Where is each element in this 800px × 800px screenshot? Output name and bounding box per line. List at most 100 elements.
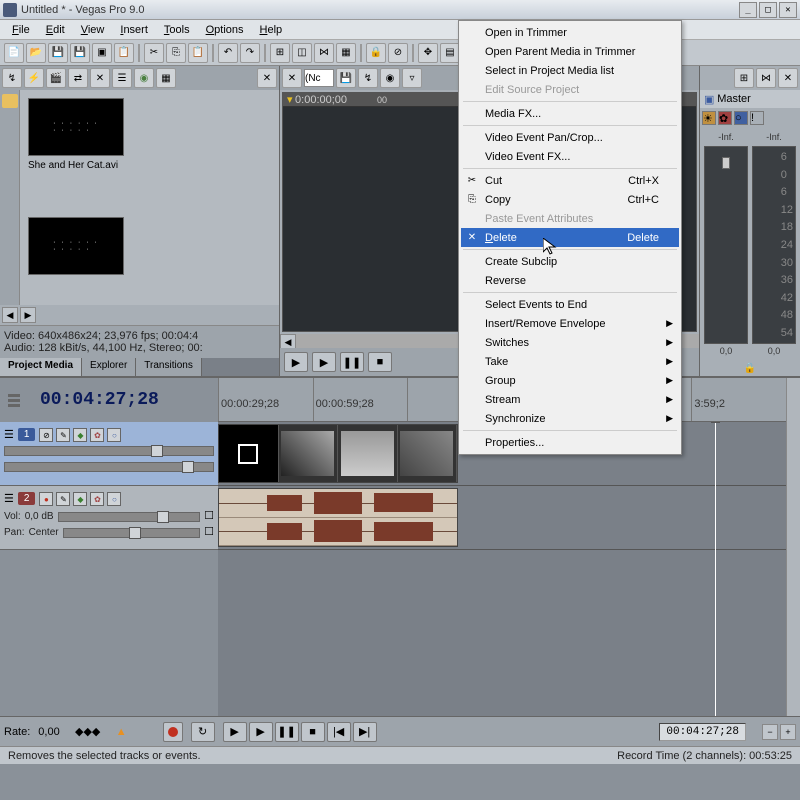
snap-icon[interactable]: ⊞	[270, 43, 290, 63]
ctx-stream[interactable]: Stream▶	[461, 390, 679, 409]
zoom-in-icon[interactable]: +	[780, 724, 796, 740]
cut-icon[interactable]: ✂	[144, 43, 164, 63]
master-solo-icon[interactable]: !	[750, 111, 764, 125]
pm-film-icon[interactable]: 🎬	[46, 68, 66, 88]
ctx-take[interactable]: Take▶	[461, 352, 679, 371]
marker-icon[interactable]: ▲	[116, 726, 127, 738]
new-icon[interactable]: 📄	[4, 43, 24, 63]
ripple-icon[interactable]: ◫	[292, 43, 312, 63]
track-arm-icon[interactable]: ●	[39, 492, 53, 506]
bus-icon[interactable]: ⋈	[756, 68, 776, 88]
track-mute-icon[interactable]: ○	[107, 428, 121, 442]
track-auto-icon[interactable]: ✎	[56, 492, 70, 506]
menu-view[interactable]: View	[73, 22, 113, 38]
tab-project-media[interactable]: Project Media	[0, 358, 82, 376]
nav-next-icon[interactable]: ▶	[20, 307, 36, 323]
pm-close-icon[interactable]: ✕	[257, 68, 277, 88]
menu-help[interactable]: Help	[252, 22, 291, 38]
track-comp-icon[interactable]: ◆	[73, 428, 87, 442]
loop-icon[interactable]: ↻	[191, 722, 215, 742]
timecode-display[interactable]: 00:04:27;28	[40, 390, 159, 410]
ctx-select-events-to-end[interactable]: Select Events to End	[461, 295, 679, 314]
track-fx-icon[interactable]: ✿	[90, 428, 104, 442]
ctx-create-subclip[interactable]: Create Subclip	[461, 252, 679, 271]
trim-close-icon[interactable]: ✕	[282, 68, 302, 88]
stop-button[interactable]: ■	[301, 722, 325, 742]
tool-normal-icon[interactable]: ✥	[418, 43, 438, 63]
shuttle-icon[interactable]: ◆◆◆	[68, 725, 108, 738]
tool-envelope-icon[interactable]: ▤	[440, 43, 460, 63]
track-invert-icon[interactable]: ◆	[73, 492, 87, 506]
trim-save-icon[interactable]: 💾	[336, 68, 356, 88]
copy-icon[interactable]: ⎘	[166, 43, 186, 63]
pm-props-icon[interactable]: ☰	[112, 68, 132, 88]
save-all-icon[interactable]: 💾	[70, 43, 90, 63]
ctx-open-in-trimmer[interactable]: Open in Trimmer	[461, 23, 679, 42]
ctx-select-in-project-media-list[interactable]: Select in Project Media list	[461, 61, 679, 80]
pm-fx-icon[interactable]: ◉	[134, 68, 154, 88]
paste-icon[interactable]: 📋	[188, 43, 208, 63]
maximize-button[interactable]: □	[759, 2, 777, 18]
play-start-icon[interactable]: ▶	[284, 352, 308, 372]
time-display[interactable]: 00:04:27;28	[659, 723, 746, 741]
pause-icon[interactable]: ❚❚	[340, 352, 364, 372]
pm-bolt-icon[interactable]: ⚡	[24, 68, 44, 88]
go-start-button[interactable]: |◀	[327, 722, 351, 742]
track-auto-icon[interactable]: ✎	[56, 428, 70, 442]
menu-options[interactable]: Options	[198, 22, 252, 38]
go-end-button[interactable]: ▶|	[353, 722, 377, 742]
ctx-delete[interactable]: ✕DeleteDelete	[461, 228, 679, 247]
video-track-header[interactable]: ☰ 1 ⊘ ✎ ◆ ✿ ○	[0, 422, 218, 486]
master-fx-icon[interactable]: ✿	[718, 111, 732, 125]
meter-right[interactable]: 6061218243036424854	[752, 146, 796, 344]
ctx-group[interactable]: Group▶	[461, 371, 679, 390]
ctx-reverse[interactable]: Reverse	[461, 271, 679, 290]
track-fx-icon[interactable]: ✿	[90, 492, 104, 506]
trim-fx-icon[interactable]: ◉	[380, 68, 400, 88]
zoom-out-icon[interactable]: −	[762, 724, 778, 740]
ctx-switches[interactable]: Switches▶	[461, 333, 679, 352]
menu-file[interactable]: File	[4, 22, 38, 38]
properties-icon[interactable]: 📋	[114, 43, 134, 63]
trim-input[interactable]	[304, 69, 334, 87]
ctx-media-fx-[interactable]: Media FX...	[461, 104, 679, 123]
track-bypass-icon[interactable]: ⊘	[39, 428, 53, 442]
track-mute-icon[interactable]: ○	[107, 492, 121, 506]
mixer-close-icon[interactable]: ✕	[778, 68, 798, 88]
play-button[interactable]: ▶	[249, 722, 273, 742]
pm-replace-icon[interactable]: ⇄	[68, 68, 88, 88]
video-level-slider[interactable]	[4, 446, 214, 456]
media-thumb[interactable]: · · · · · ·· · · · ·	[28, 217, 124, 275]
ctx-insert-remove-envelope[interactable]: Insert/Remove Envelope▶	[461, 314, 679, 333]
open-icon[interactable]: 📂	[26, 43, 46, 63]
quantize-icon[interactable]: ▦	[336, 43, 356, 63]
pm-views-icon[interactable]: ▦	[156, 68, 176, 88]
video-fade-slider[interactable]	[4, 462, 214, 472]
minimize-button[interactable]: _	[739, 2, 757, 18]
ctx-cut[interactable]: ✂CutCtrl+X	[461, 171, 679, 190]
tab-transitions[interactable]: Transitions	[136, 358, 202, 376]
track-clips-area[interactable]	[218, 422, 786, 716]
master-mute-icon[interactable]: ○	[734, 111, 748, 125]
menu-insert[interactable]: Insert	[112, 22, 156, 38]
audio-track-header[interactable]: ☰ 2 ● ✎ ◆ ✿ ○ Vol: 0,0 dB ☐	[0, 486, 218, 550]
render-icon[interactable]: ▣	[92, 43, 112, 63]
menu-tools[interactable]: Tools	[156, 22, 198, 38]
auto-crossfade-icon[interactable]: ⋈	[314, 43, 334, 63]
audio-clip[interactable]	[218, 488, 458, 547]
trim-marker-icon[interactable]: ▿	[402, 68, 422, 88]
vol-slider[interactable]	[58, 512, 201, 522]
save-icon[interactable]: 💾	[48, 43, 68, 63]
mixer-icon[interactable]: ⊞	[734, 68, 754, 88]
play-start-button[interactable]: ▶	[223, 722, 247, 742]
media-thumbnails[interactable]: · · · · · ·· · · · · She and Her Cat.avi…	[20, 90, 279, 305]
lock-icon[interactable]: 🔒	[366, 43, 386, 63]
undo-icon[interactable]: ↶	[218, 43, 238, 63]
pm-remove-icon[interactable]: ✕	[90, 68, 110, 88]
pan-slider[interactable]	[63, 528, 201, 538]
ignore-icon[interactable]: ⊘	[388, 43, 408, 63]
trim-tool-icon[interactable]: ↯	[358, 68, 378, 88]
tab-explorer[interactable]: Explorer	[82, 358, 136, 376]
ctx-video-event-pan-crop-[interactable]: Video Event Pan/Crop...	[461, 128, 679, 147]
pause-button[interactable]: ❚❚	[275, 722, 299, 742]
